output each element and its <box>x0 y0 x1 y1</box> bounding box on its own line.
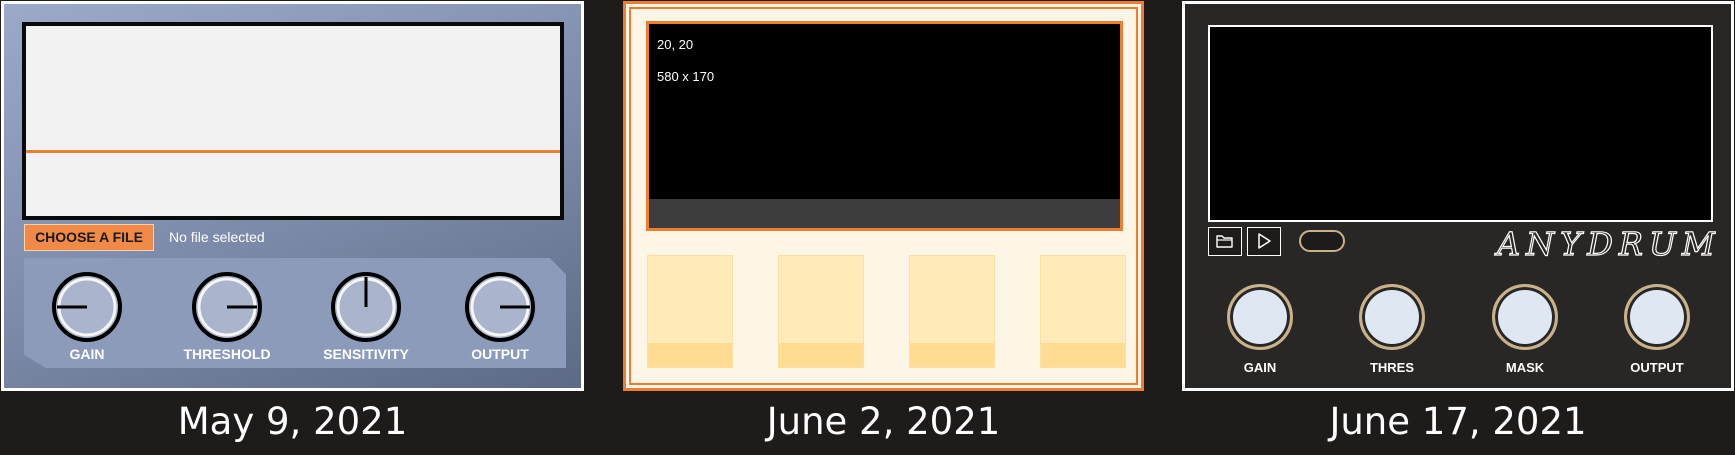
mask-knob[interactable] <box>1492 284 1558 350</box>
threshold-knob[interactable] <box>191 271 263 343</box>
play-button[interactable] <box>1247 227 1281 256</box>
display-screen: 20, 20 580 x 170 <box>646 21 1123 231</box>
output-knob[interactable] <box>1624 284 1690 350</box>
output-knob[interactable] <box>464 271 536 343</box>
screen-size-text: 580 x 170 <box>657 69 715 84</box>
threshold-label: THRESHOLD <box>183 346 271 362</box>
folder-icon <box>1216 235 1233 248</box>
plugin-ui-v1-panel: CHOOSE A FILE No file selected GAIN THRE… <box>1 1 584 391</box>
anydrum-logo: ANYDRUM <box>1496 224 1721 263</box>
waveform-line <box>26 150 560 153</box>
mask-label: MASK <box>1505 360 1545 375</box>
caption-v1: May 9, 2021 <box>177 400 408 443</box>
play-icon <box>1258 233 1271 249</box>
pad-strip <box>910 343 994 367</box>
plugin-ui-v2-panel: 20, 20 580 x 170 <box>623 1 1144 391</box>
pad-2[interactable] <box>778 255 864 368</box>
output-label: OUTPUT <box>471 346 529 362</box>
pad-strip <box>779 343 863 367</box>
toggle-switch[interactable] <box>1299 230 1345 252</box>
caption-v2: June 2, 2021 <box>766 400 1001 443</box>
thres-label: THRES <box>1369 360 1415 375</box>
file-status-text: No file selected <box>169 229 265 245</box>
caption-v3: June 17, 2021 <box>1329 400 1587 443</box>
pad-strip <box>648 343 732 367</box>
gain-label: GAIN <box>69 346 105 362</box>
gain-knob[interactable] <box>51 271 123 343</box>
gain-label: GAIN <box>1243 360 1277 375</box>
open-folder-button[interactable] <box>1208 227 1242 256</box>
pad-4[interactable] <box>1040 255 1126 368</box>
output-label: OUTPUT <box>1630 360 1684 375</box>
display-screen <box>1208 25 1713 222</box>
gain-knob[interactable] <box>1227 284 1293 350</box>
plugin-ui-v3-panel: ANYDRUM GAIN THRES MASK OUTPUT <box>1182 1 1734 391</box>
screen-position-text: 20, 20 <box>657 37 694 52</box>
pad-3[interactable] <box>909 255 995 368</box>
pad-strip <box>1041 343 1125 367</box>
pad-1[interactable] <box>647 255 733 368</box>
sensitivity-label: SENSITIVITY <box>323 346 409 362</box>
sensitivity-knob[interactable] <box>330 271 402 343</box>
waveform-display <box>22 22 564 220</box>
choose-file-button[interactable]: CHOOSE A FILE <box>24 224 154 251</box>
thres-knob[interactable] <box>1359 284 1425 350</box>
screen-bottom-bar <box>649 199 1120 228</box>
